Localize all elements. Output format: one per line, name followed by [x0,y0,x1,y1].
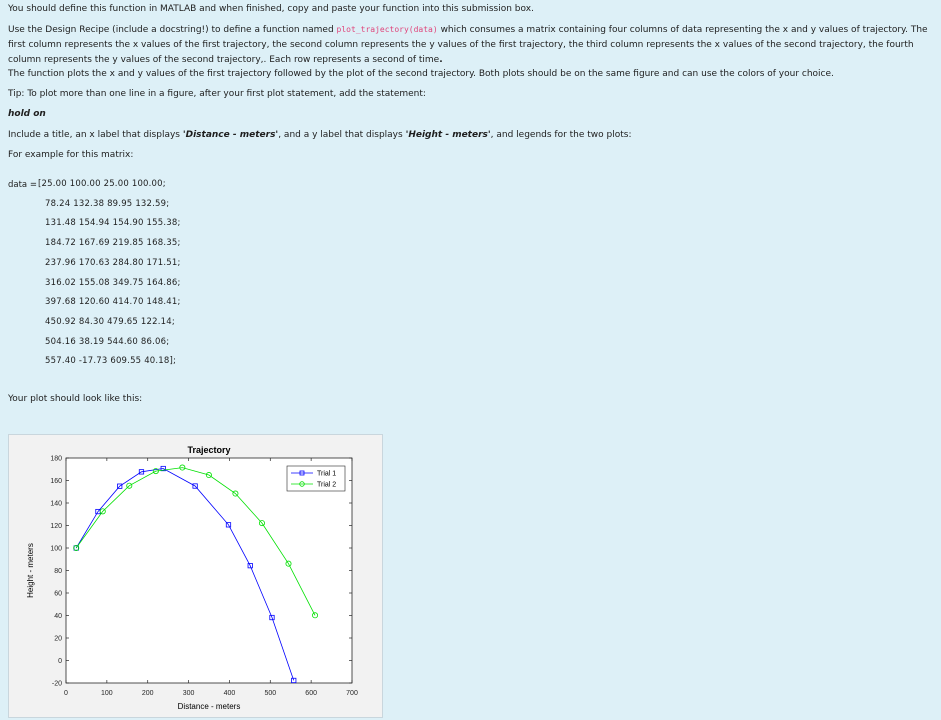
x-axis-label: Distance - meters [178,702,241,711]
y-tick-label: 120 [50,523,62,530]
plot-area [65,457,353,684]
data-row: 184.72 167.69 219.85 168.35; [45,238,181,249]
design-recipe-period: . [439,55,443,65]
labels-instruction: Include a title, an x label that display… [8,129,632,141]
chart-title: Trajectory [187,445,230,455]
function-signature: plot_trajectory(data) [336,25,438,34]
data-row: 316.02 155.08 349.75 164.86; [45,277,181,288]
legend-box [286,465,346,492]
tip-text: Tip: To plot more than one line in a fig… [8,89,426,99]
hold-on-statement: hold on [8,109,46,119]
data-row: 504.16 38.19 544.60 86.06; [45,336,170,347]
y-tick-label: 160 [50,478,62,485]
design-recipe-paragraph: Use the Design Recipe (include a docstri… [8,22,933,68]
y-tick-label: 0 [58,658,62,665]
ylabel-requirement: 'Height - meters' [405,130,491,140]
data-row: 237.96 170.63 284.80 171.51; [45,257,181,268]
plot-description: The function plots the x and y values of… [8,69,834,79]
y-tick-label: 140 [50,501,62,508]
y-tick-label: -20 [52,681,62,688]
x-tick-label: 400 [224,690,236,697]
data-row: 131.48 154.94 154.90 155.38; [45,218,181,229]
y-axis-label: Height - meters [26,543,35,598]
y-tick-label: 180 [50,456,62,463]
legend-label: Trial 1 [317,471,336,478]
intro-line: You should define this function in MATLA… [8,4,534,14]
x-tick-label: 600 [305,690,317,697]
data-row: 450.92 84.30 479.65 122.14; [45,316,175,327]
data-row: [25.00 100.00 25.00 100.00; [38,179,166,189]
x-tick-label: 0 [64,690,68,697]
y-tick-label: 100 [50,546,62,553]
x-tick-label: 200 [142,690,154,697]
matlab-figure: 0 100 200 300 400 500 600 700 -20 0 20 40 60 80 100 120… [8,434,383,718]
x-tick-label: 300 [183,690,195,697]
data-row: 78.24 132.38 89.95 132.59; [45,198,170,209]
labels-text-e: , and legends for the two plots: [490,130,632,140]
legend-label: Trial 2 [317,482,336,489]
xlabel-requirement: 'Distance - meters' [182,130,279,140]
y-tick-label: 20 [54,636,62,643]
x-tick-label: 100 [101,690,113,697]
x-tick-label: 700 [346,690,358,697]
labels-text-a: Include a title, an x label that display… [8,130,183,140]
y-tick-label: 40 [54,613,62,620]
data-prefix: data = [8,180,37,190]
design-recipe-text-a: Use the Design Recipe (include a docstri… [8,25,337,35]
data-row: 397.68 120.60 414.70 148.41; [45,297,181,308]
y-tick-label: 80 [54,568,62,575]
x-tick-label: 500 [264,690,276,697]
plot-intro: Your plot should look like this: [8,394,143,404]
data-row: 557.40 -17.73 609.55 40.18]; [45,356,177,367]
example-label: For example for this matrix: [8,150,134,160]
labels-text-c: , and a y label that displays [278,130,406,140]
trajectory-chart: 0 100 200 300 400 500 600 700-20020406080100120… [26,445,358,711]
y-tick-label: 60 [54,591,62,598]
